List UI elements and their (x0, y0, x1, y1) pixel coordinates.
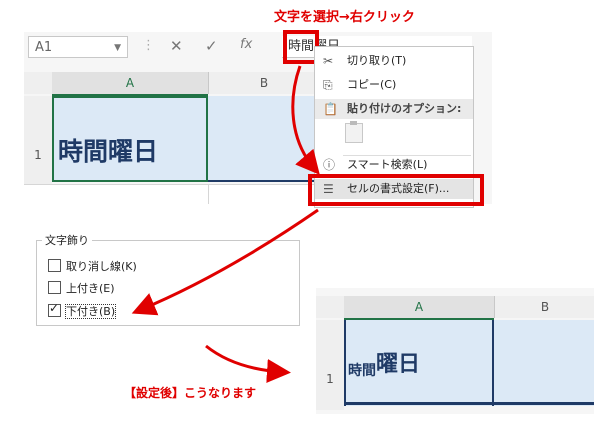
row-header-1[interactable]: 1 (316, 320, 344, 410)
arrow-to-result (205, 344, 291, 383)
arrow-to-menu (291, 65, 320, 175)
arrow-to-panel (131, 208, 319, 316)
cell-b1[interactable] (494, 320, 594, 406)
cell-border-bottom (344, 402, 594, 405)
subscript-text: 時間 (348, 363, 376, 379)
column-header-b[interactable]: B (494, 296, 594, 318)
select-all-corner[interactable] (316, 296, 344, 318)
normal-text: 曜日 (376, 352, 421, 377)
cell-a1-text: 時間曜日 (348, 346, 420, 380)
column-header-a[interactable]: A (344, 296, 494, 320)
result-caption: 【設定後】こうなります (124, 386, 257, 400)
